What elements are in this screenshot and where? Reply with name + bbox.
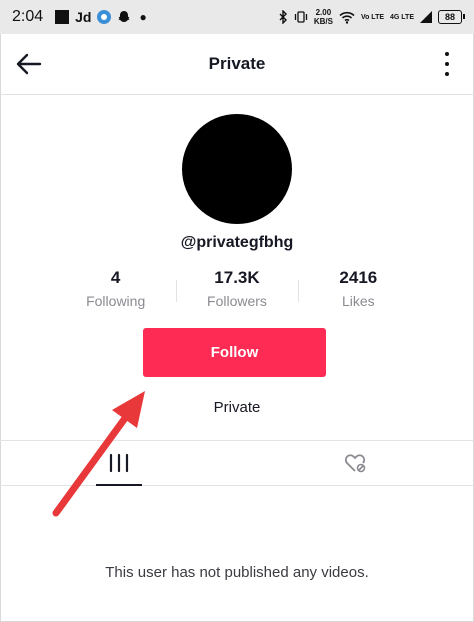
network-speed: 2.00 KB/S xyxy=(313,8,333,26)
snapchat-ghost-icon xyxy=(117,10,131,24)
stat-value: 2416 xyxy=(339,268,378,287)
liked-heart-icon xyxy=(344,454,366,473)
username: @privategfbhg xyxy=(180,234,294,251)
stat-value: 17.3K xyxy=(214,268,260,287)
page-title: Private xyxy=(208,54,266,73)
vibrate-icon xyxy=(294,11,307,23)
notification-square-icon xyxy=(55,10,70,24)
status-bar-right: 2.00 KB/S Vo LTE 4G LTE 88 xyxy=(278,0,465,34)
video-grid-icon xyxy=(109,453,129,473)
more-options-icon xyxy=(445,52,449,56)
private-account-label: Private xyxy=(213,399,261,416)
stat-likes: 2416 Likes xyxy=(297,268,419,314)
profile-stats: 4 Following 17.3K Followers 2416 Likes xyxy=(55,268,419,314)
tab-liked[interactable] xyxy=(332,441,378,485)
notification-app-badge: Jd xyxy=(75,9,92,25)
stat-value: 4 xyxy=(110,268,121,287)
stat-label: Likes xyxy=(341,293,375,309)
stat-following[interactable]: 4 Following xyxy=(55,268,176,314)
stat-label: Followers xyxy=(207,293,267,309)
wifi-icon xyxy=(339,11,355,24)
stat-label: Following xyxy=(86,293,146,309)
follow-button[interactable]: Follow xyxy=(143,328,326,377)
avatar xyxy=(182,114,292,224)
network-type-tag: 4G LTE xyxy=(390,13,414,21)
battery-icon: 88 xyxy=(438,10,465,24)
tab-videos[interactable] xyxy=(96,441,142,486)
stat-followers[interactable]: 17.3K Followers xyxy=(176,268,297,314)
empty-videos-message: This user has not published any videos. xyxy=(105,564,369,581)
more-options-button[interactable] xyxy=(442,52,452,76)
volte-tag: Vo LTE xyxy=(360,13,385,21)
content-tabs xyxy=(0,440,474,486)
status-bar: 2:04 Jd ● 2.00 KB/S Vo LTE 4G LTE 88 xyxy=(0,0,474,34)
more-notifications-dot: ● xyxy=(139,10,147,24)
app-header: Private xyxy=(0,34,474,95)
signal-icon xyxy=(420,11,432,23)
bluetooth-icon xyxy=(279,10,287,24)
notification-circle-icon xyxy=(97,10,112,24)
status-time: 2:04 xyxy=(12,8,44,25)
